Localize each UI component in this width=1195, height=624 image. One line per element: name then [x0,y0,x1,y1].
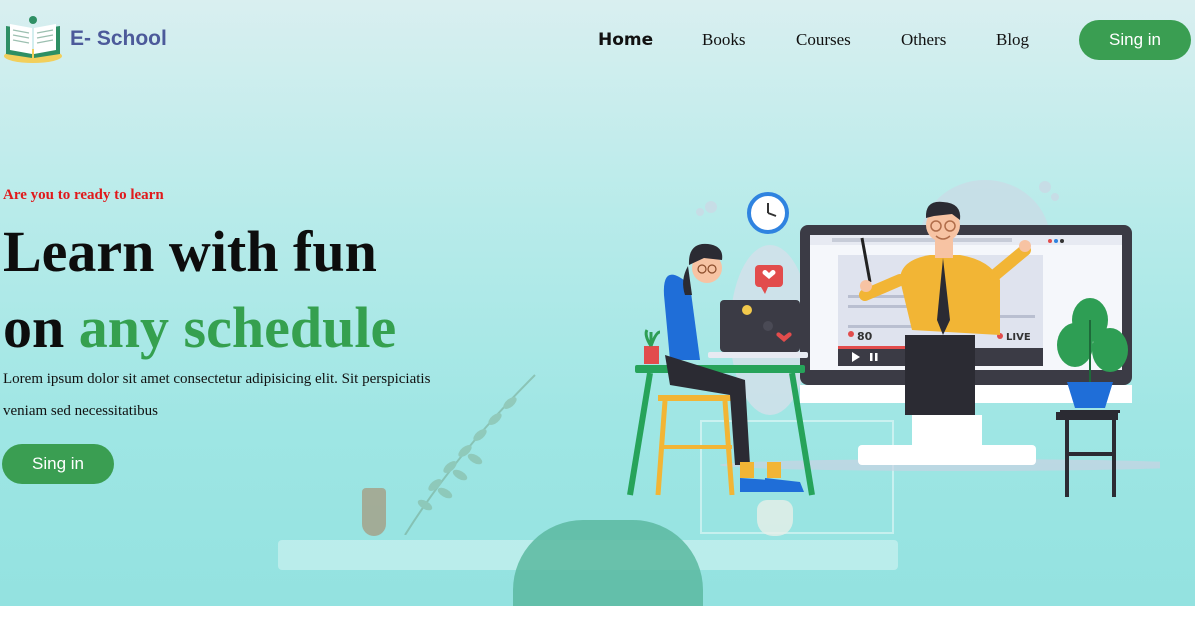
hero-section: E- School Home Books Courses Others Blog… [0,0,1195,606]
nav-item-others[interactable]: Others [901,30,946,50]
hero-headline: Learn with fun on any schedule [3,214,396,366]
viewer-count: 80 [857,330,873,343]
nav-signin-button[interactable]: Sing in [1079,20,1191,60]
hero-signin-button[interactable]: Sing in [2,444,114,484]
hero-eyebrow: Are you to ready to learn [3,187,164,203]
headline-line-2: on any schedule [3,290,396,366]
headline-line-1: Learn with fun [3,219,377,284]
background-vase [362,488,386,536]
nav-item-home[interactable]: Home [598,30,653,50]
brand-name: E- School [70,27,167,50]
nav-item-blog[interactable]: Blog [996,30,1029,50]
online-learning-illustration: 80 LIVE [627,180,1160,497]
nav-item-courses[interactable]: Courses [796,30,851,50]
headline-accent: any schedule [78,295,397,360]
open-book-icon [4,16,62,63]
headline-prefix: on [3,295,79,360]
nav-item-books[interactable]: Books [702,30,745,50]
brand-logo[interactable]: E- School [2,12,167,66]
hero-lead: Lorem ipsum dolor sit amet consectetur a… [3,371,431,419]
navbar: E- School Home Books Courses Others Blog… [0,0,1195,80]
live-label: LIVE [1006,332,1031,343]
